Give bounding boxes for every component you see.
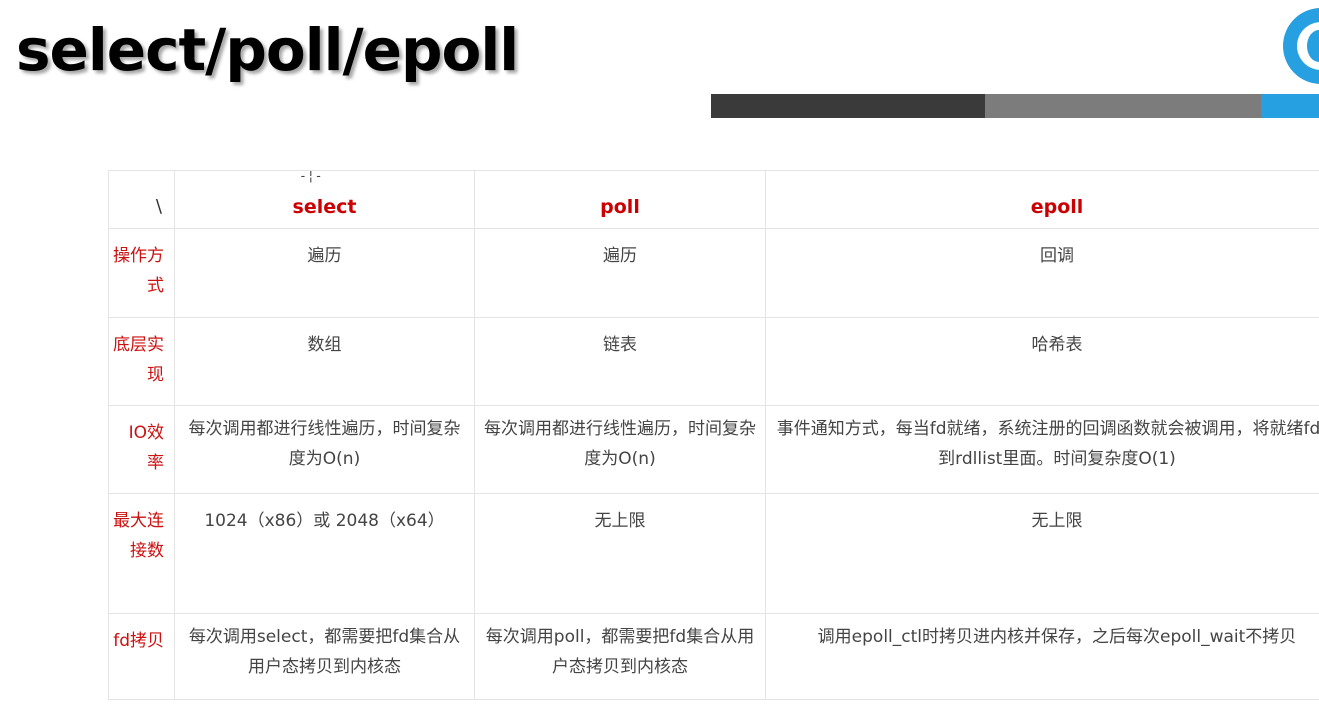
row-header-implementation: 底层实现 — [108, 317, 175, 406]
table-cell: 无上限 — [765, 493, 1319, 614]
table-cell: 链表 — [474, 317, 766, 406]
decor-bar-blue — [1261, 94, 1319, 118]
slide-title: select/poll/epoll — [16, 16, 519, 84]
table-cell: 每次调用poll，都需要把fd集合从用户态拷贝到内核态 — [474, 613, 766, 700]
column-header-poll: poll — [474, 170, 766, 229]
corner-cell: \ — [108, 170, 175, 229]
table-cell: 调用epoll_ctl时拷贝进内核并保存，之后每次epoll_wait不拷贝 — [765, 613, 1319, 700]
table-cell: 遍历 — [474, 228, 766, 318]
column-header-epoll: epoll — [765, 170, 1319, 229]
row-header-max-connections: 最大连接数 — [108, 493, 175, 614]
table-row: 操作方式 遍历 遍历 回调 — [108, 228, 1319, 318]
table-header-row: \ select poll epoll — [108, 170, 1319, 229]
table-cell: 无上限 — [474, 493, 766, 614]
comparison-table: \ select poll epoll 操作方式 遍历 遍历 回调 底层实现 数… — [108, 170, 1319, 700]
table-row: IO效率 每次调用都进行线性遍历，时间复杂度为O(n) 每次调用都进行线性遍历，… — [108, 405, 1319, 494]
decor-bar-dark — [711, 94, 985, 118]
table-cell: 每次调用都进行线性遍历，时间复杂度为O(n) — [474, 405, 766, 494]
table-cell: 哈希表 — [765, 317, 1319, 406]
table-cell: 事件通知方式，每当fd就绪，系统注册的回调函数就会被调用，将就绪fd放到rdll… — [765, 405, 1319, 494]
mouse-cursor-icon: -¦- — [299, 169, 323, 184]
table-row: 最大连接数 1024（x86）或 2048（x64） 无上限 无上限 — [108, 493, 1319, 614]
row-header-fd-copy: fd拷贝 — [108, 613, 175, 700]
column-header-select: select — [174, 170, 475, 229]
circle-logo-icon — [1283, 8, 1319, 84]
slide: select/poll/epoll \ select poll epoll 操作… — [0, 0, 1319, 708]
table-cell: 每次调用都进行线性遍历，时间复杂度为O(n) — [174, 405, 475, 494]
table-cell: 回调 — [765, 228, 1319, 318]
table-cell: 1024（x86）或 2048（x64） — [174, 493, 475, 614]
table-cell: 数组 — [174, 317, 475, 406]
table-cell: 每次调用select，都需要把fd集合从用户态拷贝到内核态 — [174, 613, 475, 700]
decor-bar-gray — [985, 94, 1261, 118]
row-header-operation: 操作方式 — [108, 228, 175, 318]
table-row: 底层实现 数组 链表 哈希表 — [108, 317, 1319, 406]
table-row: fd拷贝 每次调用select，都需要把fd集合从用户态拷贝到内核态 每次调用p… — [108, 613, 1319, 700]
row-header-io-efficiency: IO效率 — [108, 405, 175, 494]
table-cell: 遍历 — [174, 228, 475, 318]
